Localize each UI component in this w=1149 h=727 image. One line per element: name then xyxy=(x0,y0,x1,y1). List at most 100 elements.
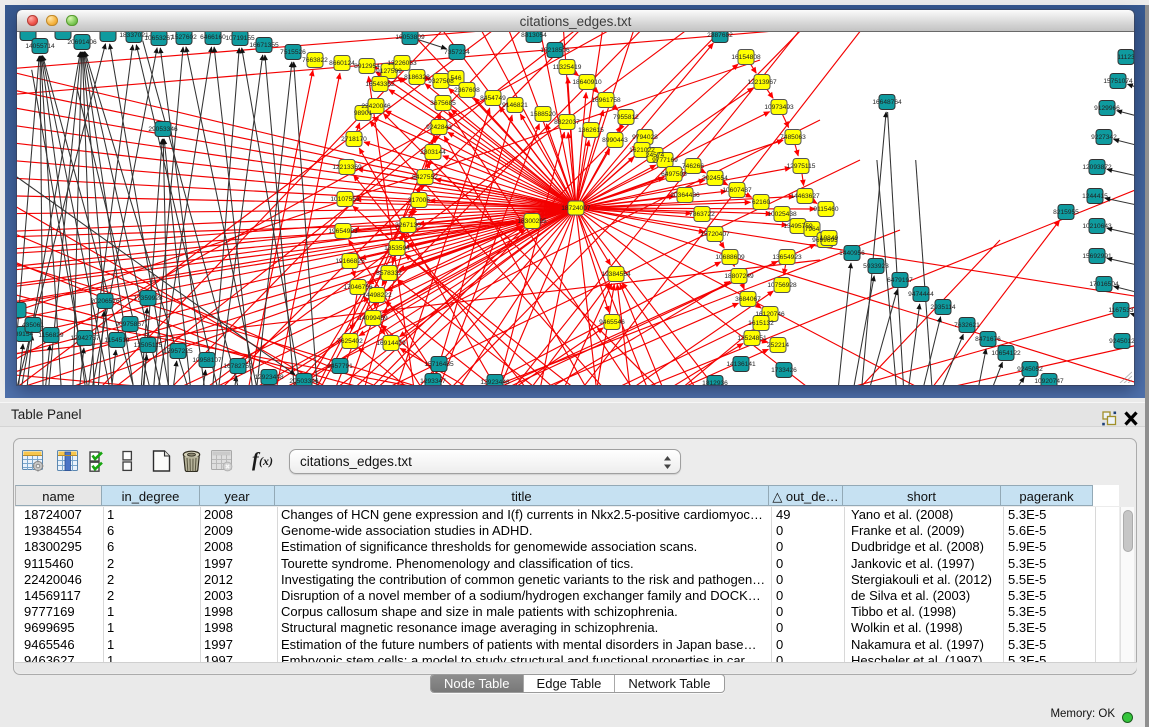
svg-text:8215955: 8215955 xyxy=(1053,209,1079,216)
svg-text:7357234: 7357234 xyxy=(444,49,470,56)
svg-text:16671355: 16671355 xyxy=(249,42,279,49)
svg-text:16053809: 16053809 xyxy=(395,34,425,41)
svg-text:19218506: 19218506 xyxy=(540,47,570,54)
svg-text:3675685: 3675685 xyxy=(430,100,456,107)
svg-text:746266: 746266 xyxy=(682,163,704,170)
svg-text:12923448: 12923448 xyxy=(254,374,284,381)
svg-text:15751074: 15751074 xyxy=(1103,78,1133,85)
svg-text:317006: 317006 xyxy=(408,197,430,204)
svg-text:20364436: 20364436 xyxy=(670,192,700,199)
svg-text:29053346: 29053346 xyxy=(148,126,178,133)
svg-text:9115460: 9115460 xyxy=(813,206,839,213)
svg-text:22420046: 22420046 xyxy=(361,103,391,110)
svg-text:16961758: 16961758 xyxy=(591,97,621,104)
svg-text:15720407: 15720407 xyxy=(700,231,730,238)
svg-text:10973493: 10973493 xyxy=(764,104,794,111)
svg-text:13654923: 13654923 xyxy=(772,254,802,261)
svg-text:8990443: 8990443 xyxy=(602,137,628,144)
svg-text:1733426: 1733426 xyxy=(771,367,797,374)
svg-text:12923448: 12923448 xyxy=(480,379,510,385)
svg-text:1527602: 1527602 xyxy=(171,34,197,41)
svg-text:15716485: 15716485 xyxy=(424,361,454,368)
svg-text:10654122: 10654122 xyxy=(991,350,1021,357)
svg-text:14099489: 14099489 xyxy=(358,315,388,322)
svg-text:17957225: 17957225 xyxy=(163,348,193,355)
svg-text:1615132: 1615132 xyxy=(748,320,774,327)
svg-text:8813054: 8813054 xyxy=(521,32,547,39)
svg-text:435061: 435061 xyxy=(22,322,44,329)
svg-text:16154808: 16154808 xyxy=(731,54,761,61)
svg-text:10653267: 10653267 xyxy=(144,35,174,42)
svg-text:9465546: 9465546 xyxy=(599,319,625,326)
svg-text:2803144: 2803144 xyxy=(420,149,446,156)
svg-text:14463627: 14463627 xyxy=(790,193,820,200)
svg-text:12213369: 12213369 xyxy=(332,164,362,171)
svg-text:12093872: 12093872 xyxy=(1082,164,1112,171)
svg-text:9474444: 9474444 xyxy=(908,291,934,298)
svg-text:20503346: 20503346 xyxy=(289,378,319,385)
svg-text:1244415: 1244415 xyxy=(1082,193,1108,200)
svg-text:20206576: 20206576 xyxy=(90,298,120,305)
svg-text:98901: 98901 xyxy=(354,110,373,117)
svg-text:17046766: 17046766 xyxy=(343,284,373,291)
svg-text:9242843: 9242843 xyxy=(426,124,452,131)
svg-text:(x): (x) xyxy=(259,454,273,468)
svg-text:14136141: 14136141 xyxy=(726,361,756,368)
svg-text:8471676: 8471676 xyxy=(975,336,1001,343)
svg-text:10920747: 10920747 xyxy=(1034,378,1064,385)
svg-text:11123: 11123 xyxy=(1117,54,1134,61)
svg-text:9457791: 9457791 xyxy=(327,363,353,370)
svg-text:546: 546 xyxy=(450,75,461,82)
svg-text:9127509: 9127509 xyxy=(376,68,402,75)
svg-text:3684067: 3684067 xyxy=(735,296,761,303)
svg-text:16782759: 16782759 xyxy=(223,363,253,370)
svg-text:10849: 10849 xyxy=(820,235,839,242)
svg-text:13524851: 13524851 xyxy=(737,335,767,342)
svg-text:10688609: 10688609 xyxy=(715,254,745,261)
svg-text:1440956: 1440956 xyxy=(839,250,865,257)
svg-text:8322037: 8322037 xyxy=(554,119,580,126)
svg-text:18807249: 18807249 xyxy=(724,273,754,280)
svg-text:9794028: 9794028 xyxy=(632,134,658,141)
svg-text:6497508: 6497508 xyxy=(661,171,687,178)
svg-text:19654983: 19654983 xyxy=(328,228,358,235)
svg-text:7955812: 7955812 xyxy=(613,114,639,121)
svg-text:9129966: 9129966 xyxy=(1094,105,1120,112)
svg-text:16914479: 16914479 xyxy=(376,340,406,347)
svg-text:1156829: 1156829 xyxy=(38,332,64,339)
svg-text:10719155: 10719155 xyxy=(225,35,255,42)
svg-text:6479197: 6479197 xyxy=(887,277,913,284)
svg-text:8660124: 8660124 xyxy=(329,60,355,67)
svg-text:10756928: 10756928 xyxy=(767,282,797,289)
svg-text:17359928: 17359928 xyxy=(133,295,163,302)
svg-text:10025438: 10025438 xyxy=(767,211,797,218)
svg-text:1353594: 1353594 xyxy=(384,245,410,252)
svg-text:10107553: 10107553 xyxy=(330,196,360,203)
svg-text:7485063: 7485063 xyxy=(780,134,806,141)
svg-text:15692991: 15692991 xyxy=(1082,253,1112,260)
svg-text:7964: 7964 xyxy=(805,226,820,233)
svg-text:12505115: 12505115 xyxy=(134,342,163,349)
svg-text:13226053: 13226053 xyxy=(387,60,417,67)
svg-text:1154519: 1154519 xyxy=(104,337,130,344)
svg-text:1588520: 1588520 xyxy=(530,111,556,118)
svg-text:39154: 39154 xyxy=(17,331,33,338)
svg-text:8578332: 8578332 xyxy=(376,270,402,277)
svg-text:3024554: 3024554 xyxy=(702,175,728,182)
svg-text:7632621: 7632621 xyxy=(954,322,980,329)
svg-text:2935114: 2935114 xyxy=(930,304,956,311)
svg-text:7515526: 7515526 xyxy=(280,49,306,56)
svg-text:8186328: 8186328 xyxy=(404,74,430,81)
svg-text:90975867: 90975867 xyxy=(115,321,145,328)
svg-text:11325419: 11325419 xyxy=(553,64,582,71)
svg-text:18724007: 18724007 xyxy=(561,205,591,212)
svg-text:17016504: 17016504 xyxy=(1089,281,1119,288)
svg-text:8427552: 8427552 xyxy=(412,174,438,181)
svg-text:12975115: 12975115 xyxy=(787,163,816,170)
svg-text:1167533: 1167533 xyxy=(1108,307,1134,314)
svg-text:19166825: 19166825 xyxy=(335,258,365,265)
svg-text:252214: 252214 xyxy=(767,342,789,349)
svg-text:7863722: 7863722 xyxy=(689,211,715,218)
svg-text:1293347: 1293347 xyxy=(420,378,446,385)
svg-text:10607487: 10607487 xyxy=(722,187,752,194)
